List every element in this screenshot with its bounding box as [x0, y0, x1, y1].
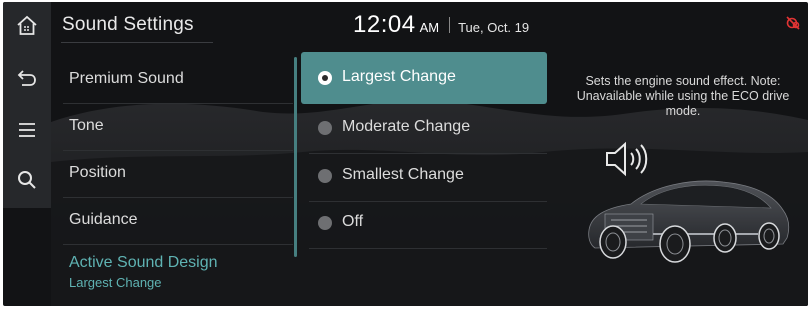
menu-item-active-sound-design[interactable]: Active Sound Design Largest Change	[57, 248, 293, 295]
clock-separator	[449, 17, 451, 33]
menu-item-label: Tone	[69, 117, 104, 134]
home-button[interactable]	[3, 2, 51, 50]
menu-item-premium-sound[interactable]: Premium Sound	[57, 57, 293, 104]
clock: 12:04 AM Tue, Oct. 19	[353, 11, 529, 39]
option-moderate-change[interactable]: Moderate Change	[301, 102, 547, 154]
option-smallest-change[interactable]: Smallest Change	[301, 150, 547, 202]
clock-date: Tue, Oct. 19	[458, 20, 530, 35]
option-largest-change[interactable]: Largest Change	[301, 52, 547, 104]
search-icon	[18, 171, 36, 189]
option-label: Largest Change	[342, 68, 456, 85]
radio-unselected-icon	[318, 121, 332, 135]
connectivity-off-icon	[786, 16, 800, 30]
divider	[63, 244, 293, 245]
menu-icon	[19, 123, 35, 137]
clock-ampm: AM	[419, 20, 440, 35]
option-label: Moderate Change	[342, 118, 471, 135]
radio-unselected-icon	[318, 169, 332, 183]
setting-description: Sets the engine sound effect. Note: Unav…	[576, 74, 790, 118]
radio-selected-icon	[318, 71, 332, 85]
car-illustration	[588, 180, 790, 263]
home-icon	[17, 15, 37, 35]
option-off[interactable]: Off	[301, 197, 547, 249]
menu-item-label: Active Sound Design	[69, 254, 218, 271]
back-icon	[17, 70, 36, 86]
menu-button[interactable]	[3, 106, 51, 154]
menu-item-label: Guidance	[69, 211, 138, 228]
title-divider	[61, 42, 213, 43]
clock-time: 12:04	[353, 11, 416, 38]
radio-unselected-icon	[318, 216, 332, 230]
page-title: Sound Settings	[62, 14, 194, 35]
side-rail	[3, 2, 51, 208]
menu-item-position[interactable]: Position	[57, 151, 293, 198]
menu-item-tone[interactable]: Tone	[57, 104, 293, 151]
menu-item-sublabel: Largest Change	[69, 275, 162, 290]
menu-item-label: Position	[69, 164, 126, 181]
menu-item-guidance[interactable]: Guidance	[57, 198, 293, 245]
back-button[interactable]	[3, 54, 51, 102]
option-label: Smallest Change	[342, 166, 464, 183]
scrollbar[interactable]	[294, 57, 297, 257]
option-label: Off	[342, 213, 364, 230]
menu-item-label: Premium Sound	[69, 70, 184, 87]
infotainment-screen: Sound Settings 12:04 AM Tue, Oct. 19 Pre…	[3, 2, 808, 306]
search-button[interactable]	[3, 156, 51, 204]
divider	[309, 248, 547, 249]
